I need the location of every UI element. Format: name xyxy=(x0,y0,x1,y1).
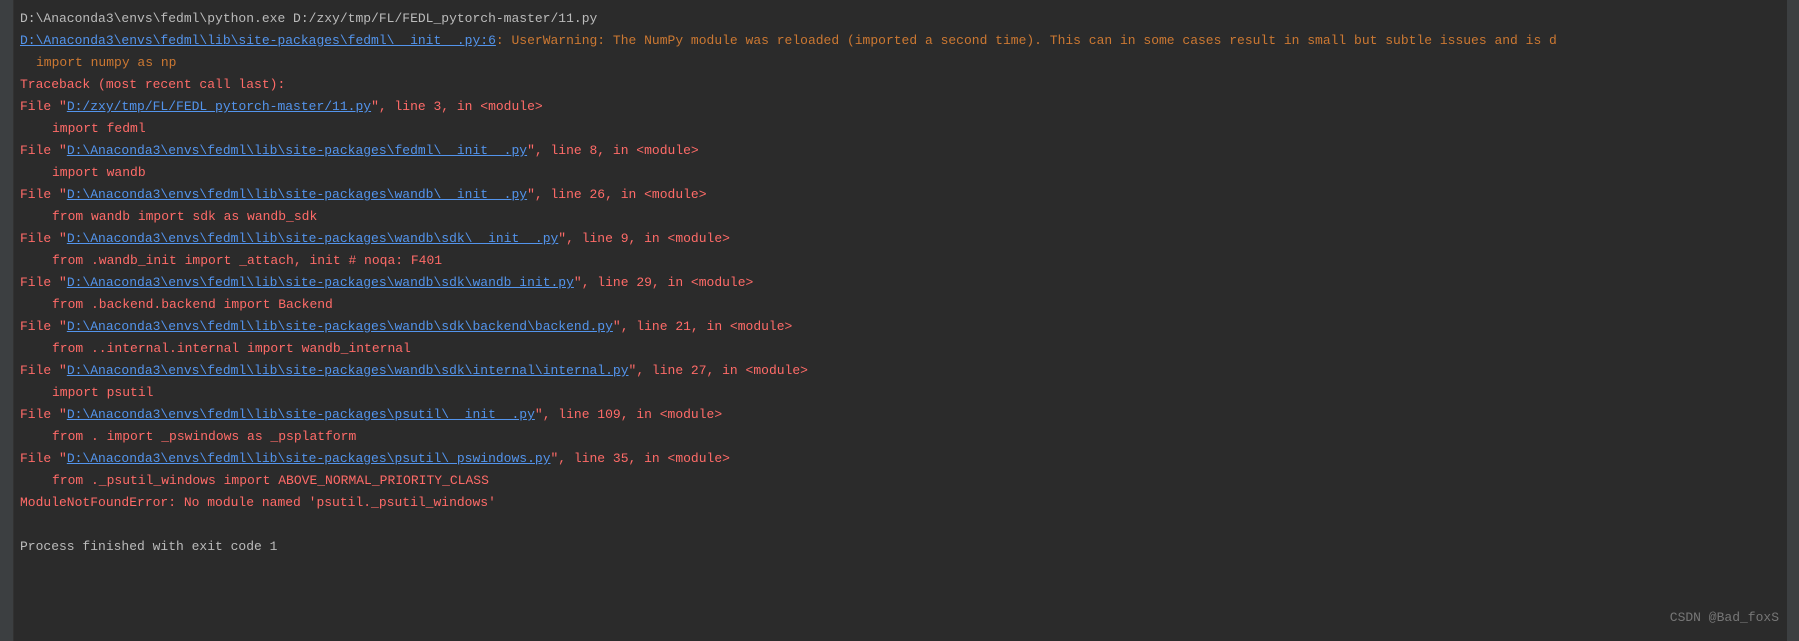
frame-file-link[interactable]: D:/zxy/tmp/FL/FEDL_pytorch-master/11.py xyxy=(67,99,371,114)
scrollbar-track[interactable] xyxy=(1787,0,1799,641)
frame-suffix: ", line 29, in <module> xyxy=(574,275,753,290)
process-exit: Process finished with exit code 1 xyxy=(20,536,1779,558)
frame-suffix: ", line 21, in <module> xyxy=(613,319,792,334)
frame-prefix: File " xyxy=(20,407,67,422)
traceback-frame: File "D:\Anaconda3\envs\fedml\lib\site-p… xyxy=(20,184,1779,206)
frame-code: from .backend.backend import Backend xyxy=(20,294,1779,316)
frame-file-link[interactable]: D:\Anaconda3\envs\fedml\lib\site-package… xyxy=(67,231,558,246)
frame-code: import fedml xyxy=(20,118,1779,140)
traceback-frame: File "D:\Anaconda3\envs\fedml\lib\site-p… xyxy=(20,316,1779,338)
frame-code: import wandb xyxy=(20,162,1779,184)
frame-code: from . import _pswindows as _psplatform xyxy=(20,426,1779,448)
frame-prefix: File " xyxy=(20,319,67,334)
traceback-frame: File "D:\Anaconda3\envs\fedml\lib\site-p… xyxy=(20,448,1779,470)
frame-file-link[interactable]: D:\Anaconda3\envs\fedml\lib\site-package… xyxy=(67,319,613,334)
frame-suffix: ", line 35, in <module> xyxy=(551,451,730,466)
frame-code: from ..internal.internal import wandb_in… xyxy=(20,338,1779,360)
frame-suffix: ", line 26, in <module> xyxy=(527,187,706,202)
traceback-frame: File "D:/zxy/tmp/FL/FEDL_pytorch-master/… xyxy=(20,96,1779,118)
frame-prefix: File " xyxy=(20,451,67,466)
frame-suffix: ", line 27, in <module> xyxy=(629,363,808,378)
traceback-frame: File "D:\Anaconda3\envs\fedml\lib\site-p… xyxy=(20,404,1779,426)
frame-prefix: File " xyxy=(20,363,67,378)
watermark: CSDN @Bad_foxS xyxy=(1670,607,1779,629)
traceback-frame: File "D:\Anaconda3\envs\fedml\lib\site-p… xyxy=(20,360,1779,382)
frame-file-link[interactable]: D:\Anaconda3\envs\fedml\lib\site-package… xyxy=(67,407,535,422)
frame-file-link[interactable]: D:\Anaconda3\envs\fedml\lib\site-package… xyxy=(67,143,527,158)
traceback-frames: File "D:/zxy/tmp/FL/FEDL_pytorch-master/… xyxy=(20,96,1779,492)
empty-line xyxy=(20,514,1779,536)
frame-prefix: File " xyxy=(20,187,67,202)
traceback-header: Traceback (most recent call last): xyxy=(20,74,1779,96)
traceback-frame: File "D:\Anaconda3\envs\fedml\lib\site-p… xyxy=(20,228,1779,250)
warning-file-link[interactable]: D:\Anaconda3\envs\fedml\lib\site-package… xyxy=(20,33,496,48)
frame-code: from ._psutil_windows import ABOVE_NORMA… xyxy=(20,470,1779,492)
warning-line: D:\Anaconda3\envs\fedml\lib\site-package… xyxy=(20,30,1779,52)
warning-code: import numpy as np xyxy=(20,52,1779,74)
module-error: ModuleNotFoundError: No module named 'ps… xyxy=(20,492,1779,514)
frame-file-link[interactable]: D:\Anaconda3\envs\fedml\lib\site-package… xyxy=(67,275,574,290)
frame-prefix: File " xyxy=(20,99,67,114)
frame-prefix: File " xyxy=(20,275,67,290)
command-line: D:\Anaconda3\envs\fedml\python.exe D:/zx… xyxy=(20,8,1779,30)
console-output: D:\Anaconda3\envs\fedml\python.exe D:/zx… xyxy=(0,8,1799,558)
frame-prefix: File " xyxy=(20,143,67,158)
frame-suffix: ", line 109, in <module> xyxy=(535,407,722,422)
traceback-frame: File "D:\Anaconda3\envs\fedml\lib\site-p… xyxy=(20,272,1779,294)
warning-text: : UserWarning: The NumPy module was relo… xyxy=(496,33,1557,48)
frame-file-link[interactable]: D:\Anaconda3\envs\fedml\lib\site-package… xyxy=(67,187,527,202)
left-gutter xyxy=(0,0,14,641)
frame-suffix: ", line 9, in <module> xyxy=(558,231,730,246)
frame-suffix: ", line 8, in <module> xyxy=(527,143,699,158)
frame-code: from wandb import sdk as wandb_sdk xyxy=(20,206,1779,228)
frame-code: import psutil xyxy=(20,382,1779,404)
traceback-frame: File "D:\Anaconda3\envs\fedml\lib\site-p… xyxy=(20,140,1779,162)
frame-file-link[interactable]: D:\Anaconda3\envs\fedml\lib\site-package… xyxy=(67,451,551,466)
frame-code: from .wandb_init import _attach, init # … xyxy=(20,250,1779,272)
frame-prefix: File " xyxy=(20,231,67,246)
frame-suffix: ", line 3, in <module> xyxy=(371,99,543,114)
frame-file-link[interactable]: D:\Anaconda3\envs\fedml\lib\site-package… xyxy=(67,363,629,378)
